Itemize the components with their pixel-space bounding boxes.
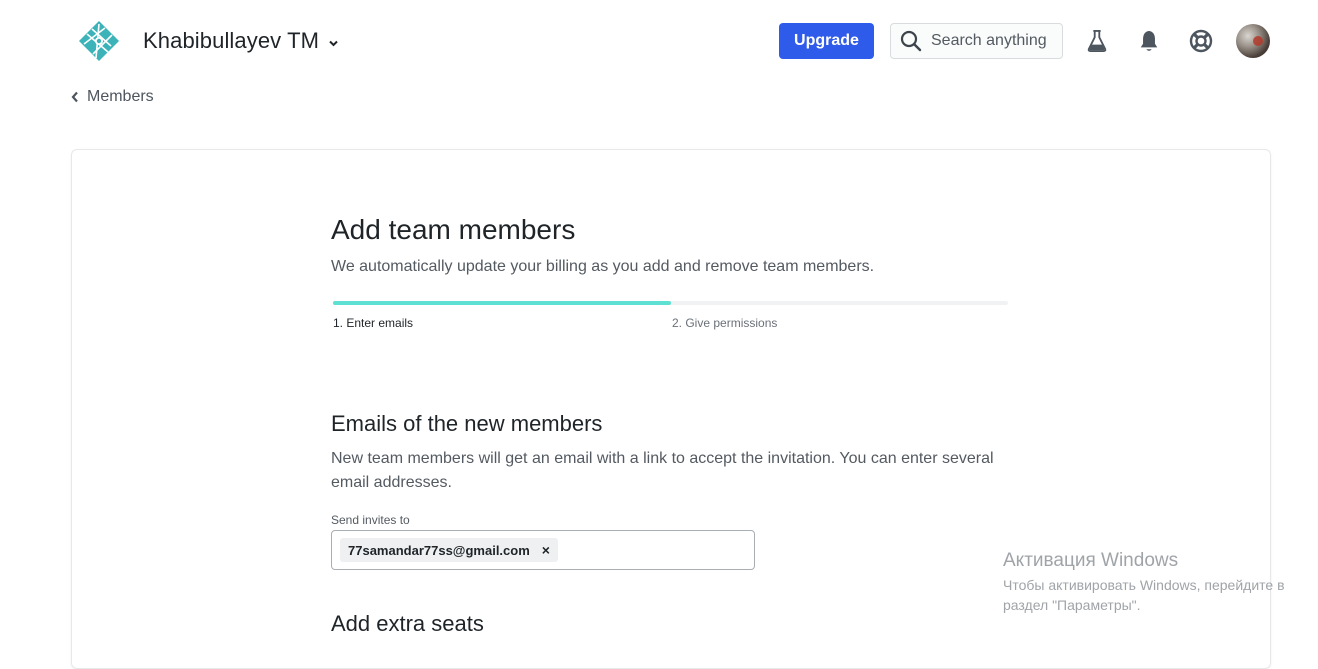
lifebuoy-icon[interactable] xyxy=(1189,28,1213,54)
extra-seats-section-title: Add extra seats xyxy=(331,611,484,636)
search-placeholder: Search anything xyxy=(931,32,1047,49)
chevron-down-icon xyxy=(329,40,338,46)
back-link-label: Members xyxy=(87,88,154,105)
step-progress-fill xyxy=(333,301,671,305)
remove-email-button[interactable]: × xyxy=(542,542,550,558)
step-progress-bar xyxy=(333,301,1008,305)
avatar[interactable] xyxy=(1236,24,1270,58)
watermark-text: Чтобы активировать Windows, перейдите в … xyxy=(1003,577,1285,613)
search-icon xyxy=(900,30,922,52)
chevron-left-icon xyxy=(71,91,78,103)
page-subtitle: We automatically update your billing as … xyxy=(331,258,875,275)
send-invites-field[interactable]: 77samandar77ss@gmail.com × xyxy=(331,530,755,570)
team-name: Khabibullayev TM xyxy=(143,28,320,53)
page-title: Add team members xyxy=(331,214,576,245)
emails-section-description: New team members will get an email with … xyxy=(331,450,994,491)
step-give-permissions: 2. Give permissions xyxy=(672,316,778,330)
upgrade-button[interactable]: Upgrade xyxy=(779,23,874,59)
email-chip: 77samandar77ss@gmail.com × xyxy=(340,538,558,562)
flask-icon[interactable] xyxy=(1085,28,1109,54)
bell-icon[interactable] xyxy=(1137,28,1161,54)
team-switcher[interactable]: Khabibullayev TM xyxy=(143,28,339,54)
search-input[interactable]: Search anything xyxy=(890,23,1063,59)
back-to-members-link[interactable]: Members xyxy=(70,88,154,106)
top-navigation: Khabibullayev TM Upgrade Search anything xyxy=(0,0,1318,84)
emails-section-title: Emails of the new members xyxy=(331,411,603,436)
windows-activation-watermark: Активация Windows Чтобы активировать Win… xyxy=(1003,550,1318,615)
watermark-title: Активация Windows xyxy=(1003,550,1179,571)
step-enter-emails: 1. Enter emails xyxy=(333,316,414,330)
email-chip-text: 77samandar77ss@gmail.com xyxy=(348,542,530,558)
netlify-logo-icon[interactable] xyxy=(78,20,120,62)
send-invites-label: Send invites to xyxy=(331,513,410,527)
